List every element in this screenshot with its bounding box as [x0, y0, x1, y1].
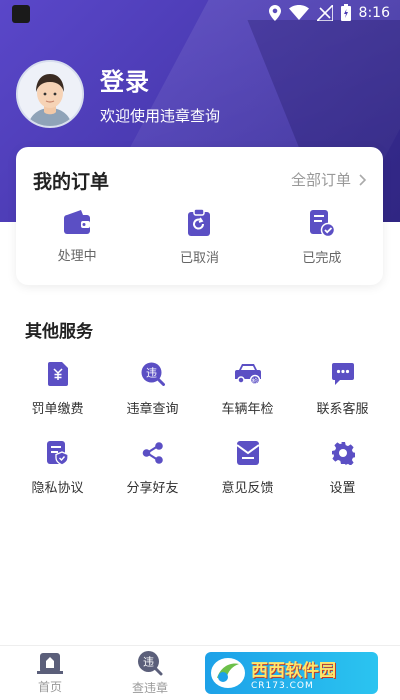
service-label: 联系客服: [316, 402, 369, 417]
service-label: 意见反馈: [221, 481, 274, 496]
order-processing[interactable]: 处理中: [16, 209, 138, 266]
all-orders-label: 全部订单: [290, 171, 351, 189]
svg-text:违: 违: [143, 656, 154, 669]
services-grid: 罚单缴费 违 违章查询 检 车辆年检 联系客服 隐私协议 分享好友 意见反馈 设…: [10, 360, 390, 496]
service-share[interactable]: 分享好友: [105, 439, 200, 496]
order-processing-label: 处理中: [57, 249, 97, 264]
chat-icon: [331, 363, 354, 385]
wallet-icon: [64, 210, 91, 234]
orders-title: 我的订单: [33, 171, 110, 193]
violation-search-icon: 违: [141, 362, 165, 386]
service-label: 车辆年检: [221, 402, 274, 417]
service-feedback[interactable]: 意见反馈: [200, 439, 295, 496]
signal-off-icon: [316, 4, 333, 21]
gear-icon: [331, 442, 355, 465]
car-inspection-icon: 检: [234, 364, 261, 386]
nav-home-label: 首页: [37, 680, 62, 694]
battery-icon: [340, 4, 351, 21]
wifi-icon: [288, 5, 309, 20]
feedback-icon: [236, 441, 259, 465]
home-icon: [37, 653, 63, 674]
location-icon: [268, 4, 281, 21]
service-label: 分享好友: [126, 481, 179, 496]
svg-text:违: 违: [146, 367, 157, 380]
all-orders-link[interactable]: 全部订单: [291, 169, 367, 190]
clipboard-cancel-icon: [188, 209, 211, 236]
service-ticket-payment[interactable]: 罚单缴费: [10, 360, 105, 417]
search-violation-icon: 违: [138, 651, 163, 676]
ticket-payment-icon: [47, 362, 68, 386]
profile-section[interactable]: 登录 欢迎使用违章查询: [16, 60, 220, 128]
service-label: 隐私协议: [31, 481, 84, 496]
document-check-icon: [309, 210, 335, 237]
service-contact-support[interactable]: 联系客服: [295, 360, 390, 417]
avatar[interactable]: [16, 60, 84, 128]
services-title: 其他服务: [25, 322, 93, 342]
service-label: 违章查询: [126, 402, 179, 417]
watermark-logo-icon: [211, 658, 245, 688]
nav-home[interactable]: 首页: [0, 646, 100, 700]
watermark-text: 西西软件园: [251, 660, 336, 681]
status-bar: 8:16: [0, 0, 400, 28]
service-label: 设置: [329, 481, 356, 496]
orders-card: 我的订单 全部订单 处理中 已取消 已完成: [16, 147, 383, 285]
chevron-right-icon: [359, 173, 367, 186]
service-privacy[interactable]: 隐私协议: [10, 439, 105, 496]
service-car-inspection[interactable]: 检 车辆年检: [200, 360, 295, 417]
svg-text:检: 检: [251, 376, 258, 385]
service-label: 罚单缴费: [31, 402, 84, 417]
privacy-icon: [46, 441, 69, 465]
nav-search-violation-label: 查违章: [131, 681, 168, 695]
order-cancelled[interactable]: 已取消: [138, 209, 260, 266]
order-completed-label: 已完成: [302, 251, 342, 266]
service-violation-search[interactable]: 违 违章查询: [105, 360, 200, 417]
nav-search-violation[interactable]: 违 查违章: [100, 646, 200, 700]
watermark-url: CR173.COM: [251, 680, 314, 691]
app-notification-icon: [12, 5, 30, 23]
login-link[interactable]: 登录: [100, 62, 220, 97]
welcome-text: 欢迎使用违章查询: [100, 107, 221, 125]
order-cancelled-label: 已取消: [179, 251, 219, 266]
status-time: 8:16: [358, 4, 390, 21]
watermark-badge: 西西软件园 CR173.COM: [205, 652, 378, 694]
service-settings[interactable]: 设置: [295, 439, 390, 496]
share-icon: [142, 442, 163, 464]
order-completed[interactable]: 已完成: [261, 209, 383, 266]
